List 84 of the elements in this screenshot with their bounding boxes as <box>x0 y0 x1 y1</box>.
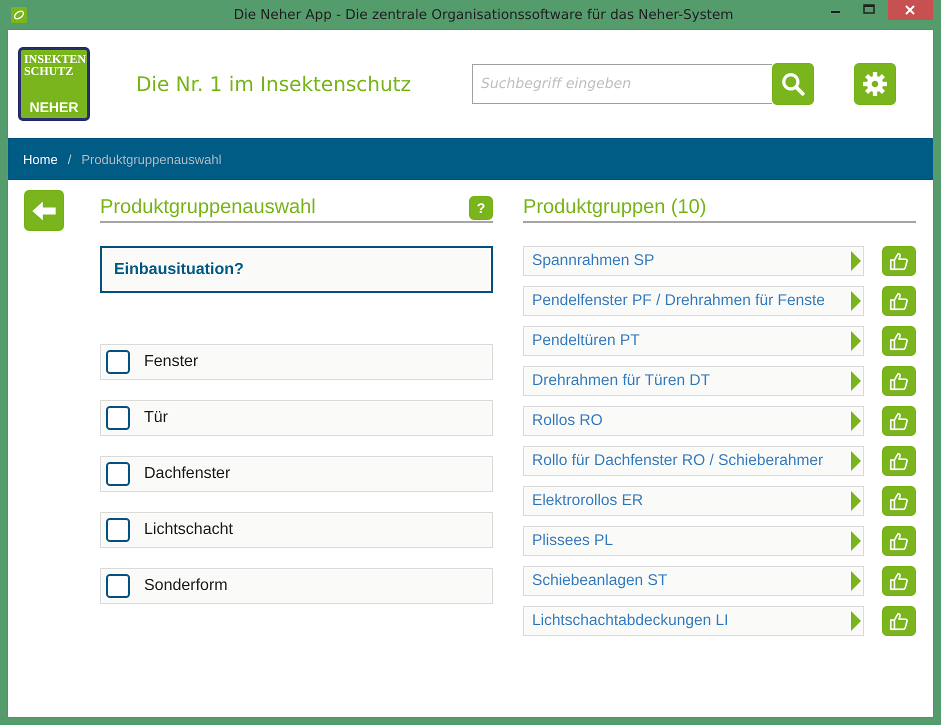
settings-icon <box>862 71 888 97</box>
product-group-label: Spannrahmen SP <box>532 252 654 270</box>
product-group-label: Lichtschachtabdeckungen LI <box>532 612 728 630</box>
product-group-label: Drehrahmen für Türen DT <box>532 372 710 390</box>
thumbs-up-button[interactable] <box>882 566 916 596</box>
thumbs-up-button[interactable] <box>882 606 916 636</box>
option-row[interactable]: Tür <box>100 400 493 436</box>
product-group-item[interactable]: Plissees PL <box>523 526 864 556</box>
window-title: Die Neher App - Die zentrale Organisationssoftware für das Neher-System <box>232 7 734 23</box>
thumbs-up-button[interactable] <box>882 246 916 276</box>
option-row[interactable]: Fenster <box>100 344 493 380</box>
product-group-item[interactable]: Schiebeanlagen ST <box>523 566 864 596</box>
thumbs-up-button[interactable] <box>882 406 916 436</box>
product-group-item[interactable]: Elektrorollos ER <box>523 486 864 516</box>
triangle-right-icon <box>851 411 861 431</box>
triangle-right-icon <box>851 251 861 271</box>
product-group-item[interactable]: Rollos RO <box>523 406 864 436</box>
triangle-right-icon <box>851 331 861 351</box>
search-icon <box>780 70 806 96</box>
checkbox[interactable] <box>106 406 130 430</box>
thumbs-up-icon <box>888 530 910 552</box>
product-group-item[interactable]: Pendeltüren PT <box>523 326 864 356</box>
thumbs-up-icon <box>888 450 910 472</box>
leaf-icon <box>11 7 27 23</box>
checkbox[interactable] <box>106 462 130 486</box>
search-field[interactable]: Suchbegriff eingeben <box>472 64 772 104</box>
product-group-label: Elektrorollos ER <box>532 492 644 510</box>
triangle-right-icon <box>851 371 861 391</box>
thumbs-up-icon <box>888 610 910 632</box>
product-group-label: Pendeltüren PT <box>532 332 640 350</box>
close-icon[interactable] <box>888 0 933 20</box>
breadcrumb-link[interactable]: Home <box>23 152 58 166</box>
option-row[interactable]: Dachfenster <box>100 456 493 492</box>
option-row[interactable]: Sonderform <box>100 568 493 604</box>
triangle-right-icon <box>851 611 861 631</box>
thumbs-up-button[interactable] <box>882 326 916 356</box>
checkbox[interactable] <box>106 518 130 542</box>
panel-title: Produktgruppenauswahl <box>100 195 316 220</box>
breadcrumb-separator: / <box>68 152 72 166</box>
triangle-right-icon <box>851 491 861 511</box>
triangle-right-icon <box>851 291 861 311</box>
thumbs-up-icon <box>888 370 910 392</box>
thumbs-up-icon <box>888 410 910 432</box>
logo-text: INSEKTEN <box>24 53 86 65</box>
product-group-label: Rollo für Dachfenster RO / Schieberahmer <box>532 452 824 470</box>
product-group-item[interactable]: Lichtschachtabdeckungen LI <box>523 606 864 636</box>
checkbox[interactable] <box>106 574 130 598</box>
thumbs-up-button[interactable] <box>882 286 916 316</box>
product-group-item[interactable]: Pendelfenster PF / Drehrahmen für Fenste <box>523 286 864 316</box>
logo-text: NEHER <box>29 100 78 115</box>
product-group-label: Pendelfenster PF / Drehrahmen für Fenste <box>532 292 825 310</box>
checkbox[interactable] <box>106 350 130 374</box>
tagline: Die Nr. 1 im Insektenschutz <box>136 72 412 96</box>
triangle-right-icon <box>851 451 861 471</box>
option-label: Lichtschacht <box>144 521 233 539</box>
settings-button[interactable] <box>854 63 896 105</box>
thumbs-up-button[interactable] <box>882 446 916 476</box>
option-row[interactable]: Lichtschacht <box>100 512 493 548</box>
thumbs-up-button[interactable] <box>882 366 916 396</box>
product-group-label: Plissees PL <box>532 532 613 550</box>
triangle-right-icon <box>851 531 861 551</box>
product-group-label: Schiebeanlagen ST <box>532 572 668 590</box>
product-group-label: Rollos RO <box>532 412 603 430</box>
option-label: Sonderform <box>144 577 228 595</box>
product-group-item[interactable]: Rollo für Dachfenster RO / Schieberahmer <box>523 446 864 476</box>
question-box: Einbausituation? <box>100 246 493 293</box>
triangle-right-icon <box>851 571 861 591</box>
product-group-item[interactable]: Drehrahmen für Türen DT <box>523 366 864 396</box>
option-label: Tür <box>144 409 168 427</box>
panel-title: Produktgruppen (10) <box>523 195 706 220</box>
thumbs-up-icon <box>888 330 910 352</box>
help-button[interactable]: ? <box>469 196 493 220</box>
back-button[interactable] <box>24 190 64 231</box>
thumbs-up-button[interactable] <box>882 486 916 516</box>
option-label: Fenster <box>144 353 198 371</box>
thumbs-up-icon <box>888 490 910 512</box>
thumbs-up-icon <box>888 290 910 312</box>
product-group-item[interactable]: Spannrahmen SP <box>523 246 864 276</box>
option-label: Dachfenster <box>144 465 230 483</box>
thumbs-up-icon <box>888 570 910 592</box>
thumbs-up-button[interactable] <box>882 526 916 556</box>
thumbs-up-icon <box>888 250 910 272</box>
logo-text: SCHUTZ <box>24 65 74 77</box>
search-button[interactable] <box>772 62 814 104</box>
